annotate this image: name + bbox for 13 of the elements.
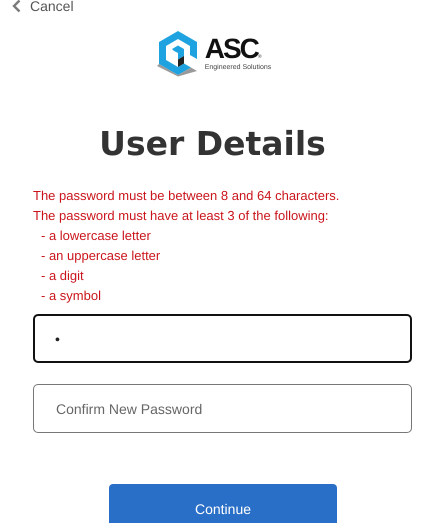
requirement-item: - a digit xyxy=(40,267,85,285)
requirement-item: - a lowercase letter xyxy=(40,227,152,245)
error-message: The password must have at least 3 of the following: xyxy=(33,207,330,225)
requirement-item: - a symbol xyxy=(40,287,102,305)
password-field[interactable]: • xyxy=(33,314,412,363)
error-message: The password must be between 8 and 64 characters. xyxy=(33,187,340,205)
continue-button[interactable]: Continue xyxy=(109,484,337,523)
logo-wordmark: ASC xyxy=(204,35,258,63)
page-title: User Details xyxy=(98,124,327,164)
requirement-item: - an uppercase letter xyxy=(40,247,162,265)
back-chevron-icon xyxy=(12,0,21,13)
cancel-link[interactable]: Cancel xyxy=(12,0,74,13)
password-field[interactable]: Confirm New Password xyxy=(33,384,412,433)
